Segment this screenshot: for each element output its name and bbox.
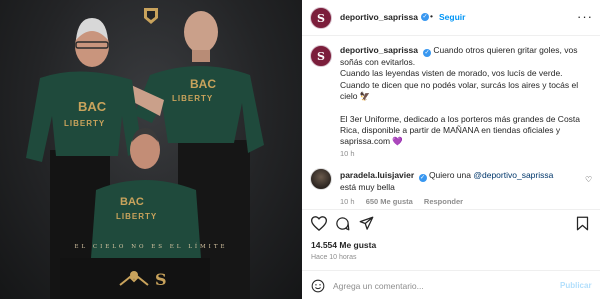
- jersey-sponsor-bac-center: BAC: [120, 196, 144, 208]
- publish-button[interactable]: Publicar: [560, 281, 592, 290]
- comment-input[interactable]: [333, 277, 553, 294]
- add-comment-bar: Publicar: [302, 270, 600, 299]
- verified-icon: ✓: [421, 13, 429, 21]
- caption-verified-icon: ✓: [422, 49, 431, 57]
- jersey-sponsor-bac-left: BAC: [78, 99, 107, 114]
- jersey-sponsor-liberty-center: LIBERTY: [116, 212, 157, 221]
- commenter-username[interactable]: paradela.luisjavier: [340, 170, 414, 180]
- comment-timestamp[interactable]: 10 h: [340, 197, 355, 206]
- image-tagline: EL CIELO NO ES EL LÍMITE: [74, 244, 228, 250]
- more-icon[interactable]: ···: [577, 9, 593, 24]
- header-separator: •: [430, 11, 433, 21]
- post-age[interactable]: Hace 10 horas: [311, 254, 357, 261]
- caption-text: deportivo_saprissa ✓ Cuando otros quieren…: [340, 45, 595, 148]
- post-header: S deportivo_saprissa ✓ • Seguir ···: [302, 0, 600, 36]
- comment-text-after: está muy bella: [340, 182, 395, 192]
- post-photo-illustration: BAC LIBERTY BAC LIBERTY BAC LIBERTY S: [26, 8, 264, 299]
- commenter-verified-icon: ✓: [418, 174, 427, 182]
- account-avatar[interactable]: S: [310, 7, 332, 29]
- comment-mention[interactable]: @deportivo_saprissa: [473, 170, 553, 180]
- reply-button[interactable]: Responder: [424, 197, 463, 206]
- comment-likes[interactable]: 650 Me gusta: [366, 197, 413, 206]
- club-crest-icon: [144, 8, 158, 24]
- heart-icon[interactable]: [311, 216, 327, 231]
- bookmark-icon[interactable]: [576, 216, 589, 231]
- caption-timestamp[interactable]: 10 h: [340, 149, 355, 158]
- comment-icon[interactable]: [335, 216, 350, 231]
- likes-count[interactable]: 14.554 Me gusta: [311, 240, 376, 250]
- post-side-panel: S deportivo_saprissa ✓ • Seguir ··· S de…: [302, 0, 600, 299]
- caption-line-2: Cuando las leyendas visten de morado, vo…: [340, 68, 563, 79]
- comment-item: paradela.luisjavier ✓ Quiero una @deport…: [310, 168, 592, 208]
- caption-line-3: Cuando te dicen que no podés volar, surc…: [340, 79, 579, 102]
- follow-button[interactable]: Seguir: [439, 12, 465, 22]
- account-username[interactable]: deportivo_saprissa: [340, 12, 418, 22]
- caption-username[interactable]: deportivo_saprissa: [340, 45, 418, 55]
- jersey-sponsor-liberty: LIBERTY: [172, 94, 213, 103]
- emoji-icon[interactable]: [311, 279, 325, 293]
- jersey-sponsor-bac: BAC: [190, 77, 216, 91]
- caption-avatar[interactable]: S: [310, 45, 332, 67]
- share-icon[interactable]: [359, 216, 374, 231]
- club-logo-letter: S: [155, 270, 167, 289]
- action-bar: [302, 209, 600, 237]
- commenter-avatar[interactable]: [310, 168, 332, 190]
- comment-meta: 10 h 650 Me gusta Responder: [340, 197, 472, 206]
- caption-line-4: El 3er Uniforme, dedicado a los porteros…: [340, 113, 581, 147]
- post-image[interactable]: BAC LIBERTY BAC LIBERTY BAC LIBERTY S EL…: [0, 0, 302, 299]
- comment-text-before: Quiero una: [428, 170, 471, 180]
- comment-like-heart-icon[interactable]: ♡: [585, 175, 592, 184]
- jersey-sponsor-liberty-left: LIBERTY: [64, 119, 105, 128]
- comment-text: paradela.luisjavier ✓ Quiero una @deport…: [340, 170, 565, 193]
